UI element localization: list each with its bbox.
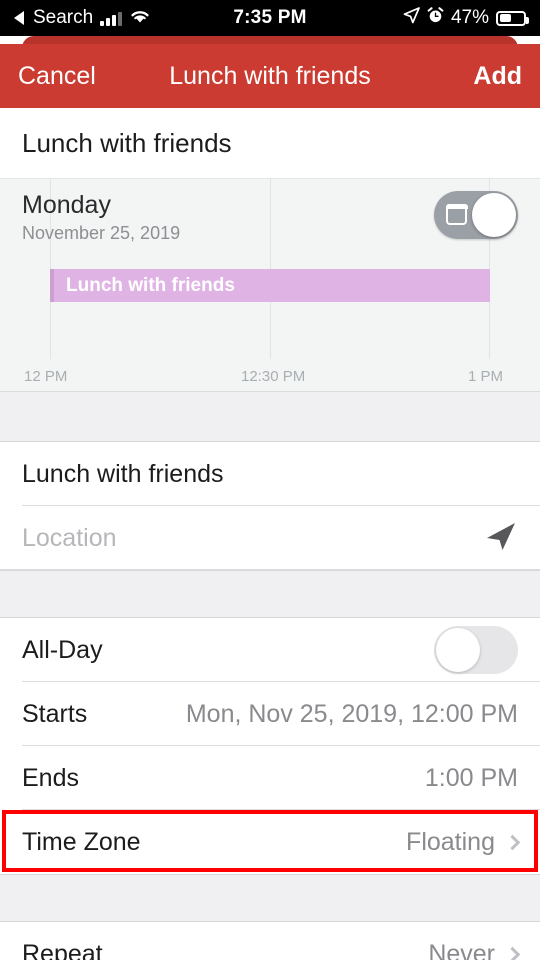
preview-event-block[interactable]: Lunch with friends (50, 269, 490, 302)
row-ends[interactable]: Ends 1:00 PM (0, 746, 540, 810)
event-heading: Lunch with friends (0, 108, 540, 178)
cancel-button[interactable]: Cancel (18, 62, 96, 91)
row-label: Time Zone (22, 827, 141, 856)
status-bar: Search 7:35 PM 47% (0, 0, 540, 36)
axis-tick-label: 12:30 PM (241, 368, 306, 385)
app-screen: Search 7:35 PM 47% Cancel Lunch with fri… (0, 0, 540, 960)
calendar-toggle[interactable] (434, 191, 518, 239)
row-value: Mon, Nov 25, 2019, 12:00 PM (185, 699, 518, 728)
row-value: Floating (406, 827, 495, 856)
row-label: Ends (22, 763, 79, 792)
row-label: Starts (22, 699, 88, 728)
row-label: All-Day (22, 635, 103, 664)
preview-day-name: Monday (22, 191, 111, 219)
current-location-icon[interactable] (482, 520, 518, 557)
preview-event-title: Lunch with friends (66, 274, 235, 296)
toggle-knob (472, 193, 516, 237)
section-gap (0, 392, 540, 442)
row-all-day[interactable]: All-Day (0, 618, 540, 682)
section-gap (0, 874, 540, 922)
title-field-row[interactable]: Lunch with friends (0, 442, 540, 506)
all-day-toggle[interactable] (434, 626, 518, 674)
add-button[interactable]: Add (473, 62, 522, 91)
row-value: 1:00 PM (424, 763, 518, 792)
section-gap (0, 570, 540, 618)
row-repeat[interactable]: Repeat Never (0, 922, 540, 960)
event-editor-content: Lunch with friends Monday November 25, 2… (0, 108, 540, 960)
location-field-row[interactable]: Location (0, 506, 540, 570)
calendar-icon (445, 203, 468, 225)
row-starts[interactable]: Starts Mon, Nov 25, 2019, 12:00 PM (0, 682, 540, 746)
axis-tick-label: 1 PM (468, 368, 504, 385)
navigation-bar: Cancel Lunch with friends Add (0, 44, 540, 108)
axis-tick-label: 12 PM (24, 368, 68, 385)
toggle-knob (436, 628, 480, 672)
row-time-zone[interactable]: Time Zone Floating (0, 810, 540, 874)
row-value: Never (428, 939, 495, 960)
status-bar-time: 7:35 PM (233, 7, 307, 28)
battery-icon (496, 10, 529, 26)
location-input[interactable]: Location (22, 524, 117, 553)
preview-day-date: November 25, 2019 (22, 223, 181, 243)
chevron-right-icon (504, 946, 521, 960)
row-label: Repeat (22, 939, 103, 960)
event-preview-timeline: Monday November 25, 2019 Lunch with frie… (0, 178, 540, 392)
title-input[interactable]: Lunch with friends (22, 460, 224, 489)
chevron-right-icon (504, 834, 521, 850)
